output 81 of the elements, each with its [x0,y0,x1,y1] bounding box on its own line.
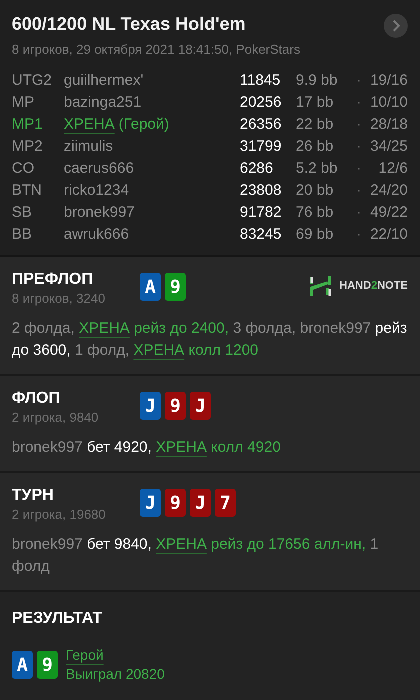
stack-amount: 20256 [240,93,283,113]
player-link[interactable]: ХРЕНА [134,342,185,359]
stats-ratio: 24/20 [369,181,408,201]
stack-amount: 23808 [240,181,283,201]
action-summary: 2 фолда, ХРЕНА рейз до 2400, 3 фолда, bronek997 рейз до 3600, 1 фолд, ХРЕНА колл 1200 [12,319,408,361]
player-link[interactable]: Герой [66,647,104,663]
player-name: bazinga251 [64,93,143,113]
position-label: SB [12,203,34,223]
separator-dot: · [356,137,362,157]
player-name: ziimulis [64,137,114,157]
street-info: 8 игроков, 3240 [12,291,106,306]
position-label: BTN [12,181,43,201]
separator-dot: · [356,225,362,245]
stats-ratio: 34/25 [369,137,408,157]
player-name: guiilhermex' [64,71,145,91]
big-blinds: 22 bb [296,115,335,135]
big-blinds: 5.2 bb [296,159,339,179]
hand-title: 600/1200 NL Texas Hold'em [12,14,246,35]
playing-card: J [140,489,161,517]
separator-dot: · [356,181,362,201]
position-label: BB [12,225,34,245]
playing-card: A [140,273,161,301]
big-blinds: 26 bb [296,137,335,157]
separator-dot: · [356,159,362,179]
chevron-right-icon[interactable] [384,14,408,38]
stats-ratio: 22/10 [369,225,408,245]
playing-card: 9 [37,651,58,679]
street-info: 2 игрока, 9840 [12,410,100,425]
action-summary: bronek997 бет 4920, ХРЕНА колл 4920 [12,438,282,458]
player-name: bronek997 [64,203,136,223]
stats-ratio: 12/6 [378,159,408,179]
separator-dot: · [356,71,362,91]
playing-card: J [140,392,161,420]
big-blinds: 20 bb [296,181,335,201]
big-blinds: 17 bb [296,93,335,113]
stats-ratio: 49/22 [369,203,408,223]
street-title: ФЛОП [12,390,62,408]
street-title: ПРЕФЛОП [12,271,94,289]
street-title: ТУРН [12,487,55,505]
player-name: ricko1234 [64,181,130,201]
player-link[interactable]: ХРЕНА [79,320,130,337]
playing-card: J [190,392,211,420]
position-label: CO [12,159,36,179]
logo-icon [310,275,332,297]
result-outcome: Выиграл 20820 [66,665,165,684]
stack-amount: 91782 [240,203,283,223]
stack-amount: 31799 [240,137,283,157]
big-blinds: 9.9 bb [296,71,339,91]
position-label: MP [12,93,36,113]
player-link[interactable]: ХРЕНА [156,439,207,456]
logo-text: HAND2NOTE [340,280,408,292]
separator-dot: · [356,93,362,113]
playing-card: 9 [165,273,186,301]
playing-card: A [12,651,33,679]
stats-ratio: 10/10 [369,93,408,113]
street-info: 2 игрока, 19680 [12,507,107,522]
playing-card: 9 [165,392,186,420]
position-label: MP1 [12,115,44,135]
player-link[interactable]: ХРЕНА [156,536,207,553]
big-blinds: 69 bb [296,225,335,245]
player-name: caerus666 [64,159,136,179]
result-title: РЕЗУЛЬТАТ [12,610,104,628]
big-blinds: 76 bb [296,203,335,223]
separator-dot: · [356,203,362,223]
stack-amount: 26356 [240,115,283,135]
player-name: awruk666 [64,225,130,245]
hero-tag: (Герой) [118,115,170,135]
playing-card: 9 [165,489,186,517]
position-label: MP2 [12,137,44,157]
action-summary: bronek997 бет 9840, ХРЕНА рейз до 17656 алл-ин, 1 фолд [12,535,380,577]
stack-amount: 83245 [240,225,283,245]
separator-dot: · [356,115,362,135]
playing-card: 7 [215,489,236,517]
hand-subtitle: 8 игроков, 29 октября 2021 18:41:50, PokerStars [12,42,302,57]
position-label: UTG2 [12,71,54,91]
player-link[interactable]: ХРЕНА [64,115,115,135]
stats-ratio: 19/16 [369,71,408,91]
stack-amount: 6286 [240,159,274,179]
stats-ratio: 28/18 [369,115,408,135]
playing-card: J [190,489,211,517]
stack-amount: 11845 [240,71,282,91]
